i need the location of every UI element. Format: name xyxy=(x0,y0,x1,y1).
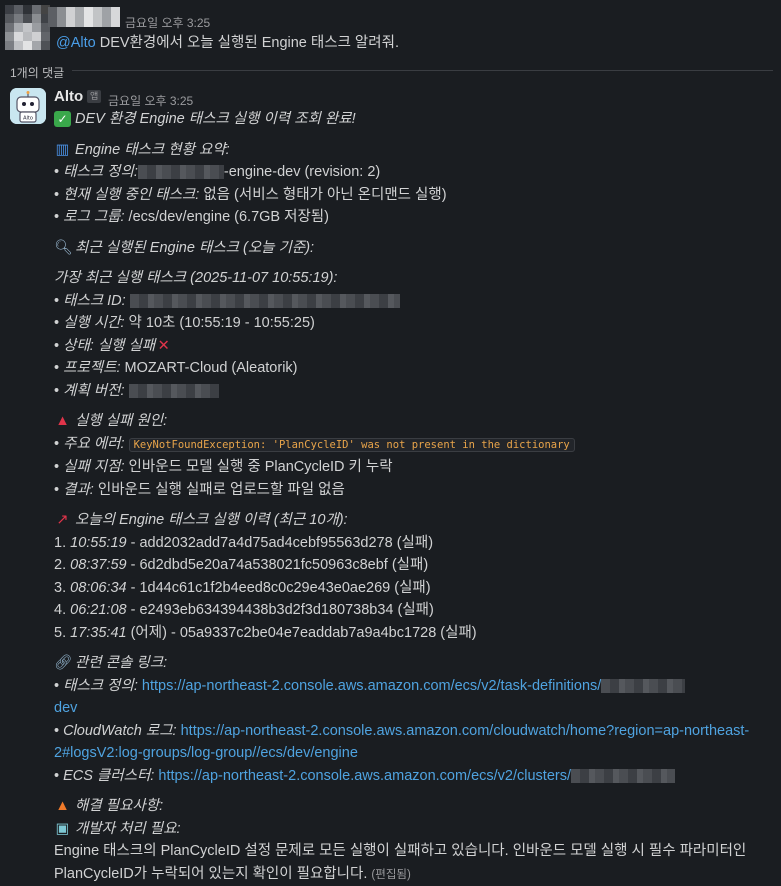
magnifier-icon: 🔍︎ xyxy=(54,237,71,260)
failure-error: • 주요 에러: KeyNotFoundException: 'PlanCycl… xyxy=(54,433,774,457)
summary-taskdef: • 태스크 정의:-engine-dev (revision: 2) xyxy=(54,161,774,184)
history-item: 5. 17:35:41 (어제) - 05a9337c2be04e7eaddab… xyxy=(54,622,774,645)
links-cloudwatch-cont: 2#logsV2:log-groups/log-group//ecs/dev/e… xyxy=(54,742,774,765)
summary-title: ▥ Engine 태스크 현황 요약: xyxy=(54,139,774,162)
action-title: ▲ 해결 필요사항: xyxy=(54,795,774,818)
failure-result: • 결과: 인바운드 실행 실패로 업로드할 파일 없음 xyxy=(54,479,774,502)
bot-reply: ✓ DEV 환경 Engine 태스크 실행 이력 조회 완료! ▥ Engin… xyxy=(54,108,774,886)
links-cloudwatch: • CloudWatch 로그: https://ap-northeast-2.… xyxy=(54,720,774,743)
summary-log: • 로그 그룹: /ecs/dev/engine (6.7GB 저장됨) xyxy=(54,206,774,229)
recent-title: 🔍︎ 최근 실행된 Engine 태스크 (오늘 기준): xyxy=(54,237,774,260)
developer-icon: ▣ xyxy=(54,818,71,841)
taskdef-link[interactable]: https://ap-northeast-2.console.aws.amazo… xyxy=(142,678,601,694)
history-item: 2. 08:37:59 - 6d2dbd5e20a74a538021fc5096… xyxy=(54,554,774,577)
recent-latest-title: 가장 최근 실행 태스크 (2025-11-07 10:55:19): xyxy=(54,267,774,290)
ecs-link[interactable]: https://ap-northeast-2.console.aws.amazo… xyxy=(158,768,571,784)
recent-task-id: • 태스크 ID: xyxy=(54,290,774,313)
action-line-1: Engine 태스크의 PlanCycleID 설정 문제로 모든 실행이 실패… xyxy=(54,840,774,863)
links-ecs: • ECS 클러스터: https://ap-northeast-2.conso… xyxy=(54,765,774,788)
fire-icon: ▲ xyxy=(54,795,71,818)
user-message-body: DEV환경에서 오늘 실행된 Engine 태스크 알려줘. xyxy=(96,35,399,51)
thread-reply-count: 1개의 댓글 xyxy=(10,62,64,85)
recent-plan: • 계획 버전: xyxy=(54,380,774,403)
thread-divider xyxy=(72,70,773,71)
history-item: 3. 08:06:34 - 1d44c61c1f2b4eed8c0c29e43e… xyxy=(54,577,774,600)
links-taskdef-cont: dev xyxy=(54,697,774,720)
history-item: 4. 06:21:08 - e2493eb634394438b3d2f3d180… xyxy=(54,599,774,622)
redacted-block xyxy=(601,679,685,693)
cloudwatch-link[interactable]: https://ap-northeast-2.console.aws.amazo… xyxy=(181,723,750,739)
reply-headline: ✓ DEV 환경 Engine 태스크 실행 이력 조회 완료! xyxy=(54,108,774,131)
link-icon: 🔗︎ xyxy=(54,652,71,675)
user-message-text: @Alto DEV환경에서 오늘 실행된 Engine 태스크 알려줘. xyxy=(56,32,399,55)
svg-text:Alto: Alto xyxy=(23,116,33,122)
chart-up-icon: ↗ xyxy=(54,509,71,532)
siren-icon: ▲ xyxy=(54,410,71,433)
history-item: 1. 10:55:19 - add2032add7a4d75ad4cebf955… xyxy=(54,532,774,555)
edited-label: (편집됨) xyxy=(371,869,410,881)
redacted-block xyxy=(130,294,400,308)
cloudwatch-link-tail[interactable]: 2#logsV2:log-groups/log-group//ecs/dev/e… xyxy=(54,745,358,761)
redacted-block xyxy=(571,769,675,783)
links-title: 🔗︎ 관련 콘솔 링크: xyxy=(54,652,774,675)
redacted-block xyxy=(138,165,224,179)
recent-runtime: • 실행 시간: 약 10초 (10:55:19 - 10:55:25) xyxy=(54,312,774,335)
summary-running: • 현재 실행 중인 태스크: 없음 (서비스 형태가 아닌 온디맨드 실행) xyxy=(54,184,774,207)
recent-status: • 상태: 실행 실패✕ xyxy=(54,335,774,358)
error-code: KeyNotFoundException: 'PlanCycleID' was … xyxy=(129,438,575,452)
history-title: ↗ 오늘의 Engine 태스크 실행 이력 (최근 10개): xyxy=(54,509,774,532)
user-name[interactable] xyxy=(48,7,120,27)
action-dev-title: ▣ 개발자 처리 필요: xyxy=(54,818,774,841)
robot-icon: Alto xyxy=(10,88,46,124)
user-avatar[interactable] xyxy=(5,5,50,50)
bar-chart-icon: ▥ xyxy=(54,139,71,162)
redacted-block xyxy=(129,384,219,398)
bot-name[interactable]: Alto xyxy=(54,86,83,109)
taskdef-link-tail[interactable]: dev xyxy=(54,700,77,716)
recent-project: • 프로젝트: MOZART-Cloud (Aleatorik) xyxy=(54,357,774,380)
links-taskdef: • 태스크 정의: https://ap-northeast-2.console… xyxy=(54,675,774,698)
check-mark-icon: ✓ xyxy=(54,111,71,127)
bot-avatar[interactable]: Alto xyxy=(10,88,46,124)
cross-mark-icon: ✕ xyxy=(155,335,172,358)
action-line-2: PlanCycleID가 누락되어 있는지 확인이 필요합니다. (편집됨) xyxy=(54,863,774,886)
failure-title: ▲ 실행 실패 원인: xyxy=(54,410,774,433)
app-badge: 앱 xyxy=(87,90,101,103)
failure-point: • 실패 지점: 인바운드 모델 실행 중 PlanCycleID 키 누락 xyxy=(54,456,774,479)
mention-alto[interactable]: @Alto xyxy=(56,35,96,51)
